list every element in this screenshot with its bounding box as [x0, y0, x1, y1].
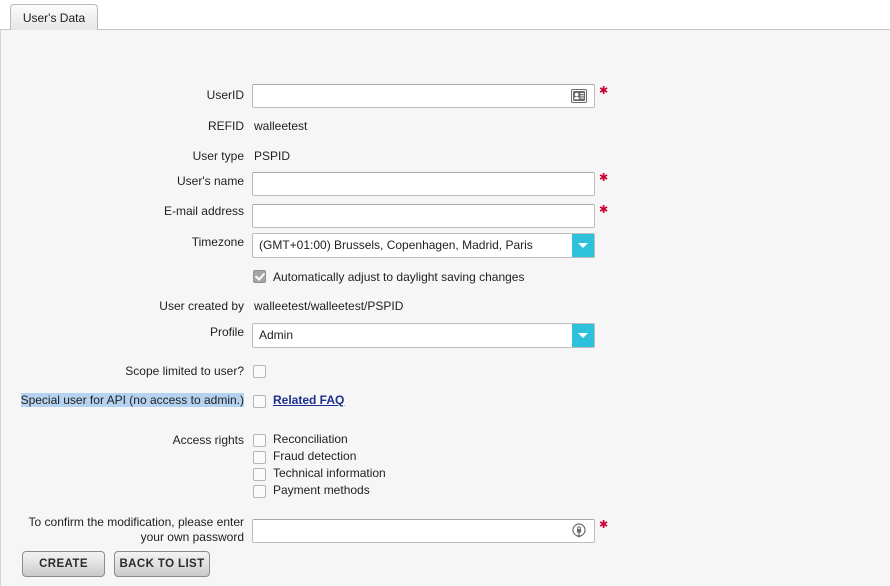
users-data-form-panel: UserID ✱ REFID walleetest User type PSPI… [0, 30, 890, 586]
daylight-saving-label: Automatically adjust to daylight saving … [273, 270, 524, 285]
access-right-checkbox-technical-information[interactable] [253, 468, 266, 481]
refid-value: walleetest [254, 119, 307, 134]
access-right-checkbox-payment-methods[interactable] [253, 485, 266, 498]
users-name-input[interactable] [252, 172, 595, 196]
email-input[interactable] [252, 204, 595, 228]
timezone-select[interactable]: (GMT+01:00) Brussels, Copenhagen, Madrid… [252, 233, 595, 258]
tab-strip: User's Data [0, 0, 890, 30]
password-lock-icon[interactable] [571, 523, 587, 537]
user-created-by-label: User created by [14, 299, 244, 314]
access-rights-label: Access rights [14, 433, 244, 448]
chevron-down-icon [578, 333, 588, 338]
userid-input[interactable] [252, 84, 595, 108]
user-created-by-value: walleetest/walleetest/PSPID [254, 299, 403, 314]
contact-card-icon[interactable] [571, 89, 587, 103]
special-api-label: Special user for API (no access to admin… [14, 393, 244, 408]
confirm-password-label: To confirm the modification, please ente… [14, 515, 244, 545]
special-api-checkbox[interactable] [253, 395, 266, 408]
userid-required-asterisk: ✱ [599, 86, 608, 97]
confirm-password-label-line2: your own password [141, 530, 244, 544]
profile-select[interactable]: Admin [252, 323, 595, 348]
timezone-label: Timezone [14, 235, 244, 250]
access-right-label-technical-information: Technical information [273, 466, 386, 481]
access-right-checkbox-reconciliation[interactable] [253, 434, 266, 447]
refid-label: REFID [14, 119, 244, 134]
access-right-checkbox-fraud-detection[interactable] [253, 451, 266, 464]
email-label: E-mail address [14, 204, 244, 219]
chevron-down-icon [578, 243, 588, 248]
profile-selected-value: Admin [259, 328, 293, 342]
create-button-label: CREATE [39, 558, 88, 570]
profile-label: Profile [14, 325, 244, 340]
user-type-label: User type [14, 149, 244, 164]
access-right-label-fraud-detection: Fraud detection [273, 449, 356, 464]
confirm-password-input[interactable] [252, 519, 595, 543]
access-right-label-reconciliation: Reconciliation [273, 432, 348, 447]
userid-label: UserID [14, 88, 244, 103]
back-to-list-button[interactable]: BACK TO LIST [114, 551, 210, 577]
scope-limited-label: Scope limited to user? [14, 364, 244, 379]
user-type-value: PSPID [254, 149, 290, 164]
users-name-label: User's name [14, 174, 244, 189]
back-to-list-button-label: BACK TO LIST [119, 558, 204, 570]
tab-users-data[interactable]: User's Data [10, 4, 98, 30]
timezone-dropdown-button[interactable] [572, 234, 594, 257]
special-api-label-text: Special user for API (no access to admin… [21, 393, 244, 407]
create-button[interactable]: CREATE [22, 551, 105, 577]
confirm-password-label-line1: To confirm the modification, please ente… [29, 515, 244, 529]
related-faq-link[interactable]: Related FAQ [273, 393, 344, 407]
tab-users-data-label: User's Data [23, 11, 85, 25]
timezone-selected-value: (GMT+01:00) Brussels, Copenhagen, Madrid… [259, 238, 533, 252]
daylight-saving-checkbox[interactable] [253, 270, 266, 283]
profile-dropdown-button[interactable] [572, 324, 594, 347]
confirm-password-required-asterisk: ✱ [599, 520, 608, 531]
users-name-required-asterisk: ✱ [599, 173, 608, 184]
email-required-asterisk: ✱ [599, 205, 608, 216]
access-right-label-payment-methods: Payment methods [273, 483, 370, 498]
scope-limited-checkbox[interactable] [253, 365, 266, 378]
